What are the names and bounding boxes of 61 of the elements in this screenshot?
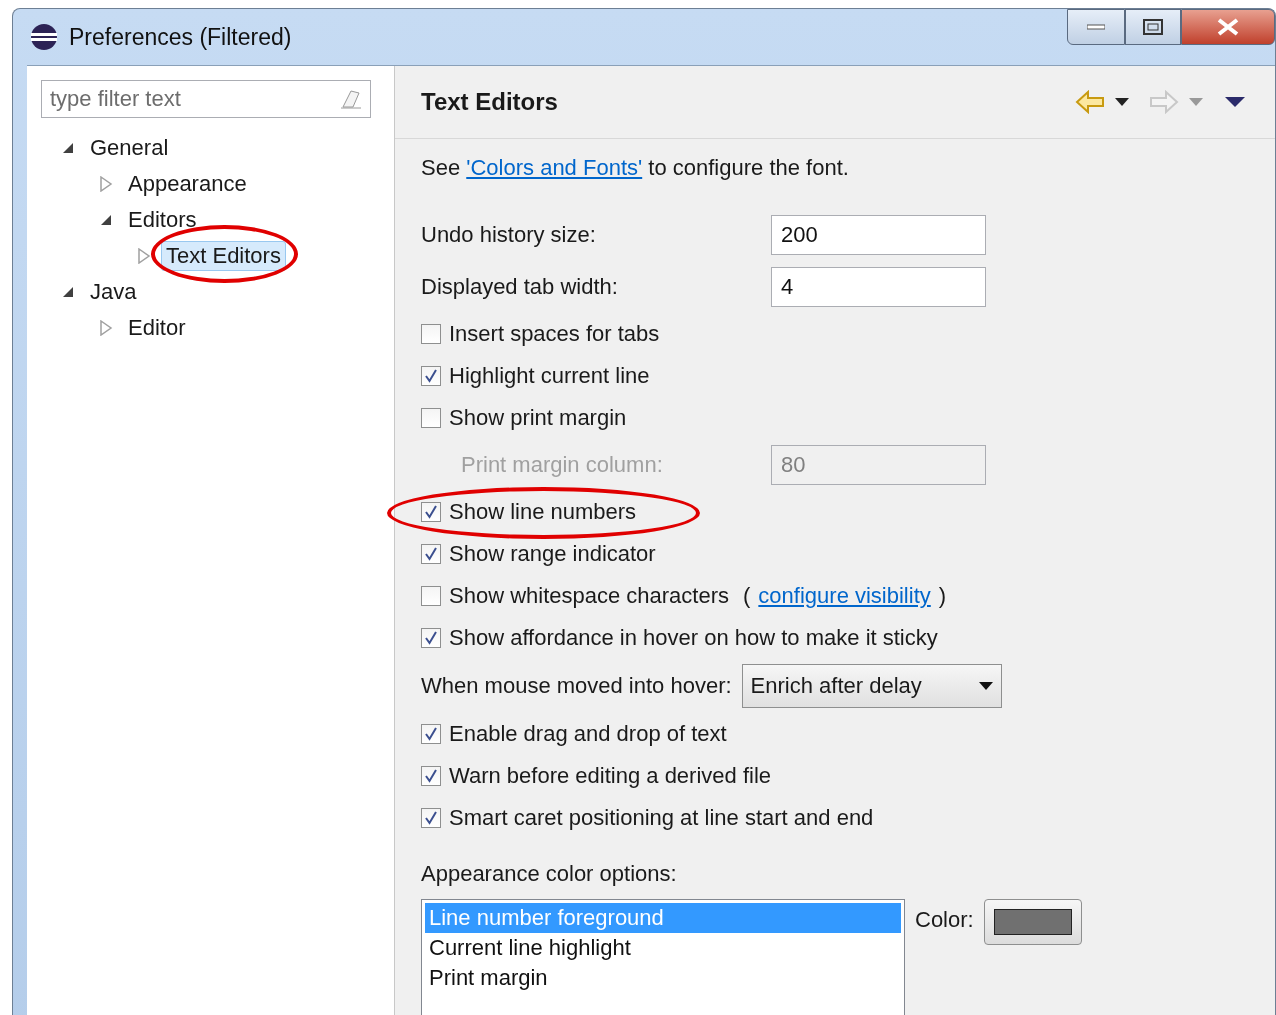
tree-item[interactable]: Editor xyxy=(123,313,191,343)
expanded-arrow-icon[interactable] xyxy=(99,213,113,227)
checkbox-label: Show whitespace characters xyxy=(449,583,730,609)
minimize-button[interactable] xyxy=(1067,9,1125,45)
checkbox-label: Enable drag and drop of text xyxy=(449,721,727,747)
checkbox[interactable] xyxy=(421,324,441,344)
intro-text: See 'Colors and Fonts' to configure the font. xyxy=(421,155,850,181)
checkbox-label: Show affordance in hover on how to make it sticky xyxy=(449,625,938,651)
collapsed-arrow-icon[interactable] xyxy=(99,320,113,336)
expanded-arrow-icon[interactable] xyxy=(61,141,75,155)
collapsed-arrow-icon[interactable] xyxy=(137,248,151,264)
list-item[interactable]: Print margin xyxy=(425,963,901,993)
list-item[interactable]: Current line highlight xyxy=(425,933,901,963)
tree-item[interactable]: Editors xyxy=(123,205,202,235)
checkbox-label: Warn before editing a derived file xyxy=(449,763,772,789)
checkbox[interactable] xyxy=(421,408,441,428)
color-label: Color: xyxy=(915,907,974,933)
dropdown-arrow-icon[interactable] xyxy=(1115,98,1129,106)
parenthesis: ( xyxy=(743,583,751,609)
checkbox[interactable] xyxy=(421,502,441,522)
color-button[interactable] xyxy=(983,899,1082,945)
dropdown-label: When mouse moved into hover: xyxy=(421,673,732,699)
field-label: Print margin column: xyxy=(460,452,664,478)
tree-item[interactable]: Text Editors xyxy=(161,241,286,271)
tree-item[interactable]: Java xyxy=(85,277,142,307)
close-icon xyxy=(1217,18,1239,36)
maximize-icon xyxy=(1143,19,1163,35)
field-label: Displayed tab width: xyxy=(421,274,619,300)
view-menu-icon[interactable] xyxy=(1225,97,1245,107)
dropdown[interactable]: Enrich after delay xyxy=(741,664,1002,708)
checkbox[interactable] xyxy=(421,544,441,564)
checkbox-label: Insert spaces for tabs xyxy=(449,321,660,347)
text-field[interactable]: 200 xyxy=(771,215,986,255)
parenthesis: ) xyxy=(938,583,947,609)
close-button[interactable] xyxy=(1181,9,1275,45)
minimize-icon xyxy=(1087,24,1105,30)
expanded-arrow-icon[interactable] xyxy=(61,285,75,299)
page-title: Text Editors xyxy=(421,88,558,116)
text-field[interactable]: 4 xyxy=(771,267,986,307)
tree-item[interactable]: General xyxy=(85,133,174,163)
configure-link[interactable]: configure visibility xyxy=(758,583,931,609)
dropdown-arrow-icon xyxy=(978,682,993,690)
checkbox[interactable] xyxy=(421,766,441,786)
window-title: Preferences (Filtered) xyxy=(69,23,292,51)
checkbox-label: Show print margin xyxy=(449,405,627,431)
maximize-button[interactable] xyxy=(1125,9,1181,45)
checkbox[interactable] xyxy=(421,586,441,606)
colors-and-fonts-link[interactable]: 'Colors and Fonts' xyxy=(466,155,643,180)
checkbox-label: Highlight current line xyxy=(449,363,650,389)
field-label: Undo history size: xyxy=(421,222,597,248)
checkbox-label: Show line numbers xyxy=(449,499,637,525)
checkbox[interactable] xyxy=(421,724,441,744)
checkbox-label: Show range indicator xyxy=(449,541,656,567)
checkbox[interactable] xyxy=(421,366,441,386)
tree-item[interactable]: Appearance xyxy=(123,169,252,199)
checkbox[interactable] xyxy=(421,628,441,648)
checkbox[interactable] xyxy=(421,808,441,828)
checkbox-label: Smart caret positioning at line start and end xyxy=(449,805,874,831)
collapsed-arrow-icon[interactable] xyxy=(99,176,113,192)
section-label: Appearance color options: xyxy=(421,861,678,887)
filter-field[interactable]: type filter text xyxy=(41,80,371,118)
